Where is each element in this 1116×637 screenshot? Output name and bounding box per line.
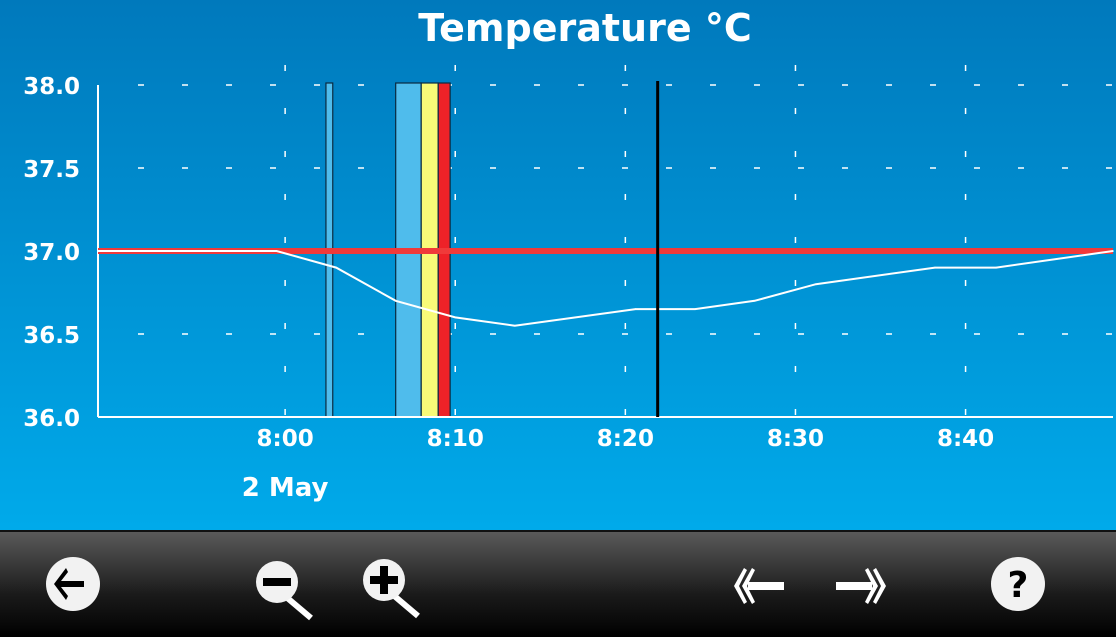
y-tick-label: 37.0	[23, 240, 80, 266]
scroll-forward-button[interactable]	[836, 568, 892, 608]
help-icon: ?	[991, 557, 1045, 611]
y-tick-label: 36.5	[23, 323, 80, 349]
temperature-series-line	[98, 250, 1114, 327]
help-button[interactable]: ?	[990, 556, 1048, 616]
data-point	[815, 283, 817, 286]
x-tick-label: 8:00	[257, 426, 314, 452]
temperature-chart[interactable]: 38.0 37.5 37.0 36.5 36.0 8:00 8:10 8:20 8:30 8:40…	[0, 0, 1116, 530]
back-button[interactable]	[44, 556, 104, 616]
data-point	[454, 316, 457, 319]
y-tick-label: 38.0	[23, 74, 80, 100]
data-point	[97, 250, 99, 252]
date-label: 2 May	[242, 473, 329, 503]
x-tick-label: 8:20	[597, 426, 654, 452]
chart-panel: Temperature °C 38.0 37.5 37.0 36.5 36.0 8:00 8…	[0, 0, 1116, 530]
x-tick-label: 8:40	[937, 426, 994, 452]
double-chevron-left-icon	[734, 568, 784, 604]
zoom-out-icon	[256, 561, 313, 621]
data-point	[275, 250, 278, 252]
zoom-out-button[interactable]	[255, 560, 319, 626]
double-chevron-right-icon	[836, 568, 886, 604]
data-point	[513, 324, 516, 327]
y-tick-label: 36.0	[23, 406, 80, 432]
data-point	[394, 300, 397, 302]
data-point	[995, 266, 997, 269]
data-point	[934, 266, 936, 269]
toolbar: ?	[0, 530, 1116, 637]
svg-text:?: ?	[1008, 565, 1029, 606]
data-point	[634, 308, 637, 310]
x-tick-label: 8:30	[767, 426, 824, 452]
zoom-in-button[interactable]	[362, 558, 426, 624]
data-point	[335, 266, 337, 269]
data-point	[1112, 250, 1114, 252]
data-point	[753, 300, 756, 302]
data-point	[694, 308, 696, 310]
arrow-left-icon	[46, 557, 100, 611]
zoom-in-icon	[363, 559, 420, 619]
scroll-back-button[interactable]	[734, 568, 790, 608]
x-tick-label: 8:10	[427, 426, 484, 452]
y-tick-label: 37.5	[23, 157, 80, 183]
